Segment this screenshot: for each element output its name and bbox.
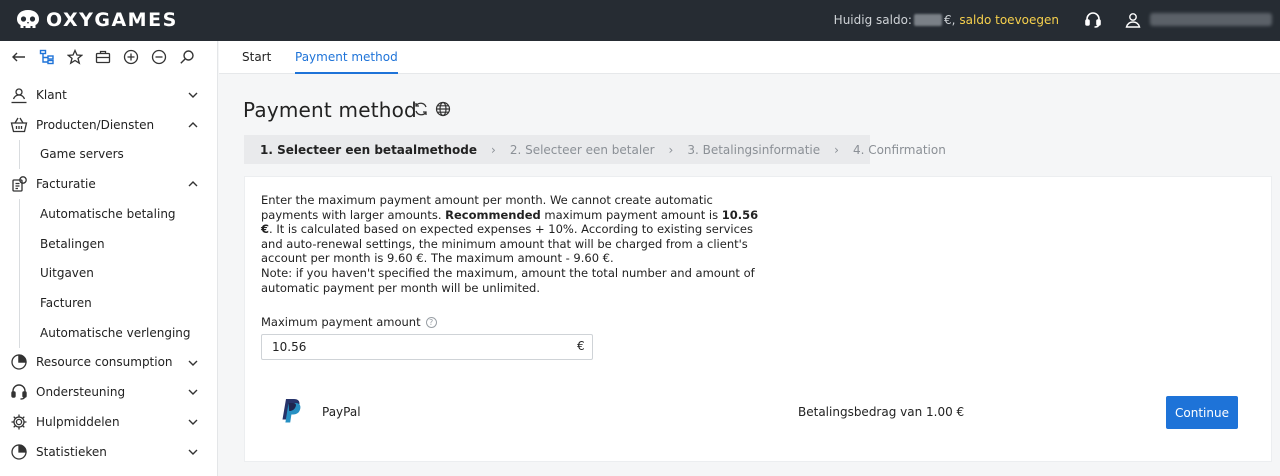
sidebar-item-label: Producten/Diensten [36,117,155,132]
sidebar-item-label: Statistieken [36,444,107,459]
sidebar-subitem-facturen[interactable]: Facturen [0,288,217,318]
sidebar-item-label: Facturatie [36,177,96,192]
sidebar-item-label: Klant [36,87,67,102]
max-amount-label: Maximum payment amount ? [261,315,437,329]
info-text-bold: Recommended [445,207,541,222]
chevron-down-icon [188,389,198,396]
info-text-part: . It is calculated based on expected exp… [261,222,753,266]
headset-icon [10,383,28,401]
balance-label: Huidig saldo: [833,13,912,27]
chevron-up-icon [188,121,198,128]
step-2: 2. Selecteer een betaler [509,142,655,157]
sidebar-toolbar [0,41,217,73]
currency-symbol: € [577,339,585,353]
chevron-up-icon [188,181,198,187]
payment-form-card: Enter the maximum payment amount per mon… [244,176,1272,462]
sidebar: Klant Producten/Diensten Game servers Fa… [0,41,218,476]
sidebar-subitem-automatische-betaling[interactable]: Automatische betaling [0,199,217,229]
step-separator-icon: › [834,142,839,157]
add-balance-link[interactable]: saldo toevoegen [959,13,1059,27]
globe-icon[interactable] [435,101,451,117]
page-title: Payment method [243,98,417,122]
payment-method-name: PayPal [322,405,361,419]
brand-logo[interactable]: OXYGAMES [16,9,178,31]
info-text: Enter the maximum payment amount per mon… [261,193,761,295]
user-name-hidden[interactable] [1150,13,1272,26]
tabs-bar: Start Payment method [219,41,1280,74]
sidebar-subgroup-producten: Game servers [0,139,217,170]
tab-payment-method[interactable]: Payment method [295,41,398,74]
coins-icon [10,175,28,193]
sidebar-subgroup-facturatie: Automatische betaling Betalingen Uitgave… [0,199,217,348]
sidebar-nav: Klant Producten/Diensten Game servers Fa… [0,73,217,467]
field-label-text: Maximum payment amount [261,315,421,329]
max-amount-input[interactable] [261,334,593,360]
chevron-down-icon [188,92,198,98]
headset-icon[interactable] [1084,11,1102,29]
title-actions [413,101,457,117]
basket-icon [10,116,28,134]
sidebar-subitem-betalingen[interactable]: Betalingen [0,229,217,259]
pie-chart-icon [10,353,28,371]
sidebar-subitem-game-servers[interactable]: Game servers [0,140,217,170]
chevron-down-icon [188,449,198,455]
paypal-logo-icon [282,399,301,423]
help-icon[interactable]: ? [425,316,437,328]
pie-chart-icon [10,443,28,461]
sidebar-item-resource-consumption[interactable]: Resource consumption [0,348,217,378]
chevron-down-icon [188,419,198,426]
tree-icon[interactable] [39,49,55,65]
step-3: 3. Betalingsinformatie [687,142,821,157]
step-4: 4. Confirmation [852,142,946,157]
sidebar-item-label: Resource consumption [36,355,173,370]
balance-currency: €, [943,13,956,27]
sidebar-item-ondersteuning[interactable]: Ondersteuning [0,377,217,407]
balance-info: Huidig saldo: €, saldo toevoegen [834,13,1059,27]
tab-start[interactable]: Start [242,41,271,74]
user-icon[interactable] [1124,11,1142,29]
zoom-out-icon[interactable] [151,49,167,65]
sidebar-item-klant[interactable]: Klant [0,80,217,110]
sidebar-item-hulpmiddelen[interactable]: Hulpmiddelen [0,407,217,437]
sidebar-item-producten[interactable]: Producten/Diensten [0,110,217,140]
wizard-steps: 1. Selecteer een betaalmethode › 2. Sele… [244,135,946,164]
step-1: 1. Selecteer een betaalmethode [260,142,478,157]
continue-button[interactable]: Continue [1166,396,1238,429]
payment-amount: Betalingsbedrag van 1.00 € [798,405,965,419]
top-header: OXYGAMES Huidig saldo: €, saldo toevoege… [0,0,1280,41]
gear-icon [10,413,28,431]
info-text-part: maximum payment amount is [540,207,722,222]
balance-amount-hidden [913,14,942,26]
sidebar-item-facturatie[interactable]: Facturatie [0,169,217,199]
refresh-icon[interactable] [413,101,429,117]
zoom-in-icon[interactable] [123,49,139,65]
back-icon[interactable] [11,49,27,65]
sidebar-item-statistieken[interactable]: Statistieken [0,437,217,467]
info-note: Note: if you haven't specified the maxim… [261,265,755,295]
sidebar-subitem-uitgaven[interactable]: Uitgaven [0,258,217,288]
step-separator-icon: › [491,142,496,157]
sidebar-subitem-automatische-verlenging[interactable]: Automatische verlenging [0,318,217,348]
sidebar-item-label: Hulpmiddelen [36,415,120,429]
skull-logo-icon [17,10,39,28]
step-separator-icon: › [668,142,674,157]
briefcase-icon[interactable] [95,49,111,65]
sidebar-item-label: Ondersteuning [36,385,126,400]
user-location-icon [10,86,28,104]
star-icon[interactable] [67,49,83,65]
chevron-down-icon [188,360,198,366]
brand-name: OXYGAMES [46,9,178,31]
search-icon[interactable] [179,49,195,65]
